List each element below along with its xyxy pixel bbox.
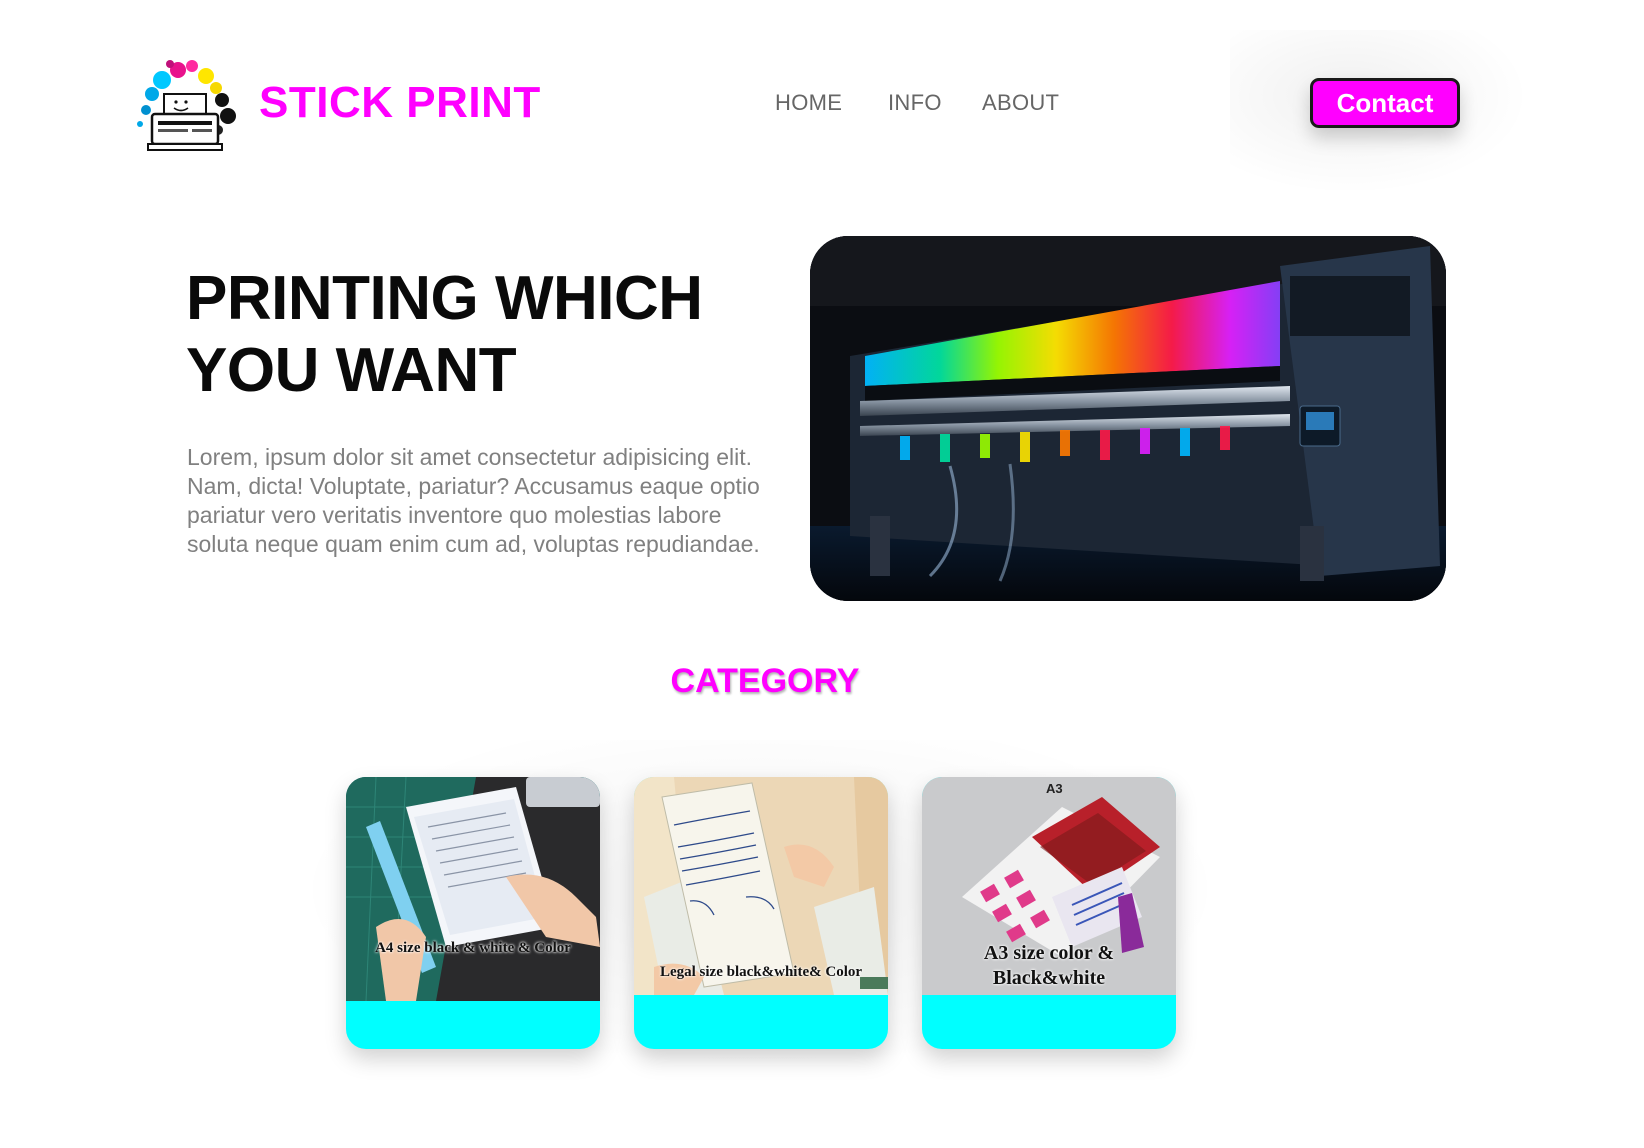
category-card-a4[interactable]: A4 size black & white & Color — [346, 777, 600, 1049]
printer-splash-logo-icon[interactable] — [134, 58, 238, 154]
category-title: CATEGORY — [670, 662, 860, 700]
nav-home[interactable]: HOME — [775, 90, 842, 116]
contact-button[interactable]: Contact — [1310, 78, 1460, 128]
large-format-color-printer-image — [810, 236, 1446, 601]
nav-about[interactable]: ABOUT — [982, 90, 1059, 116]
category-card-legal[interactable]: Legal size black&white& Color — [634, 777, 888, 1049]
hero-title: PRINTING WHICH YOU WANT — [186, 264, 703, 405]
handwritten-legal-paper-image — [634, 777, 888, 995]
brand-name[interactable]: STICK PRINT — [259, 78, 541, 128]
card-caption-a3: A3 size color & Black&white — [983, 942, 1115, 989]
card-caption-a4: A4 size black & white & Color — [375, 940, 571, 956]
hands-holding-a4-paper-image — [346, 777, 600, 1001]
a3-top-label: A3 — [1046, 781, 1063, 796]
nav-info[interactable]: INFO — [888, 90, 942, 116]
card-caption-legal: Legal size black&white& Color — [659, 964, 863, 980]
category-card-a3[interactable]: A3 A3 size color & Black&white — [922, 777, 1176, 1049]
hero-description: Lorem, ipsum dolor sit amet consectetur … — [187, 444, 760, 557]
